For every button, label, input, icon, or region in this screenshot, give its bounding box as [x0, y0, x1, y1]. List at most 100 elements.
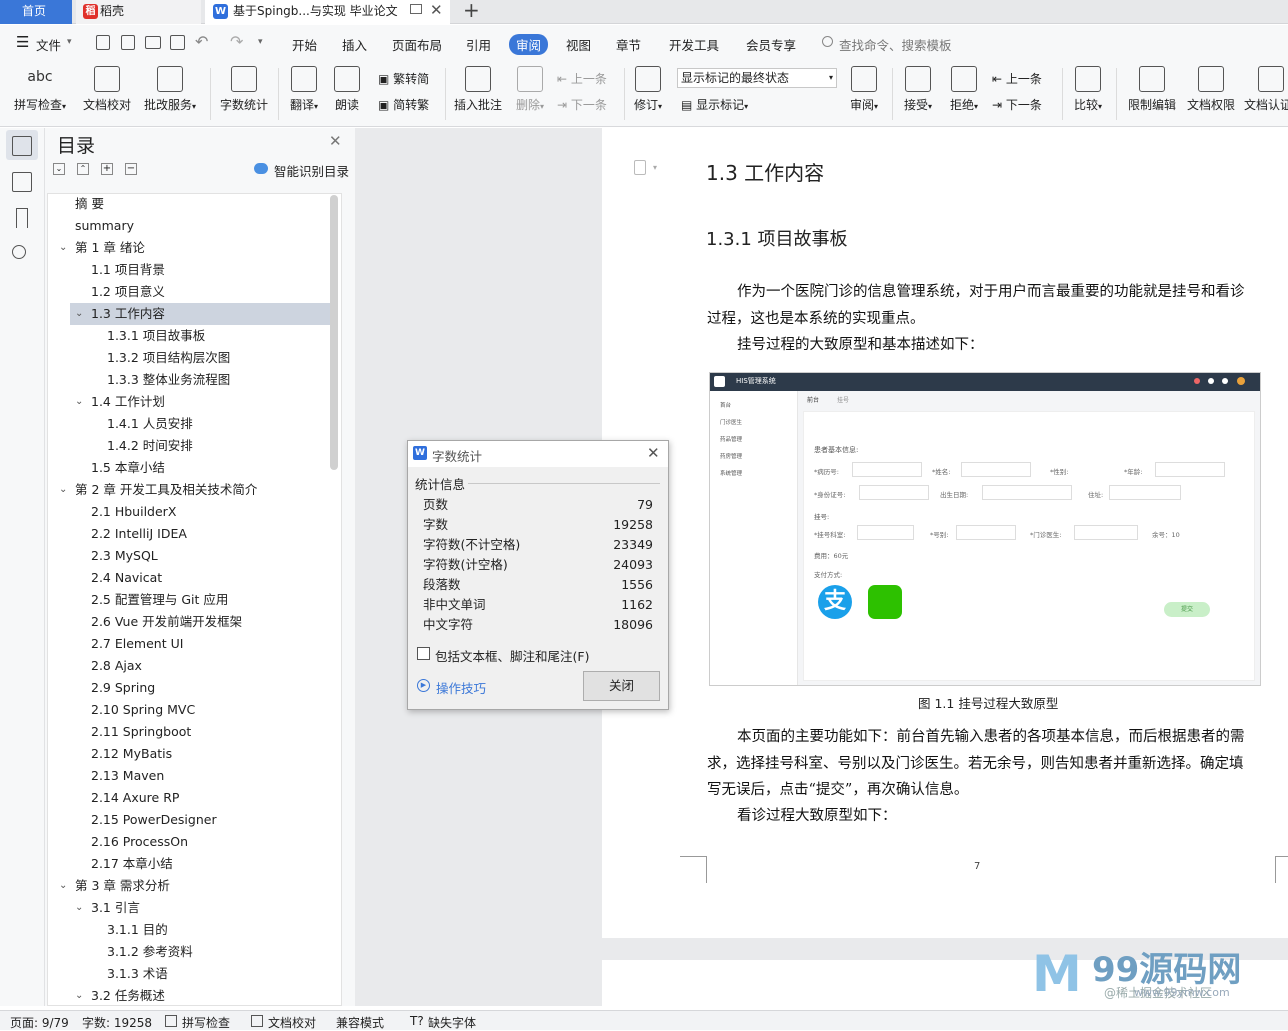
proofread-button[interactable]: 文档校对 — [80, 66, 134, 113]
delete-comment-button[interactable]: 删除▾ — [512, 66, 548, 113]
new-tab-icon[interactable]: + — [463, 0, 480, 22]
toc-expand-chevron-icon[interactable]: ⌄ — [59, 479, 67, 501]
markup-state-select[interactable]: 显示标记的最终状态 ▾ — [677, 68, 837, 88]
menu-insert[interactable]: 插入 — [342, 35, 367, 54]
toc-item[interactable]: 2.13 Maven — [91, 765, 164, 787]
toc-item[interactable]: 1.4.1 人员安排 — [107, 413, 193, 435]
simp-to-trad-button[interactable]: ▣ 简转繁 — [378, 96, 429, 113]
toc-item[interactable]: 2.15 PowerDesigner — [91, 809, 217, 831]
menu-review[interactable]: 审阅 — [509, 34, 549, 55]
read-aloud-button[interactable]: 朗读 — [332, 66, 362, 113]
trad-to-simp-button[interactable]: ▣ 繁转简 — [378, 70, 429, 87]
close-tab-icon[interactable]: ✕ — [430, 1, 443, 19]
toc-item[interactable]: 2.5 配置管理与 Git 应用 — [91, 589, 228, 611]
toc-item[interactable]: 1.2 项目意义 — [91, 281, 165, 303]
document-auth-button[interactable]: 文档认证 — [1244, 66, 1288, 113]
toc-item[interactable]: 3.1 引言 — [91, 897, 140, 919]
toc-item[interactable]: 2.7 Element UI — [91, 633, 183, 655]
toc-item[interactable]: 2.3 MySQL — [91, 545, 158, 567]
toc-item[interactable]: 1.3.1 项目故事板 — [107, 325, 205, 347]
toc-scrollbar[interactable] — [330, 195, 338, 470]
reject-button[interactable]: 拒绝▾ — [946, 66, 982, 113]
show-markup-button[interactable]: ▤ 显示标记▾ — [681, 96, 748, 113]
status-missing-font[interactable]: 缺失字体 — [428, 1014, 476, 1031]
status-page[interactable]: 页面: 9/79 — [10, 1014, 69, 1031]
toc-item[interactable]: 第 3 章 需求分析 — [75, 875, 170, 897]
find-icon[interactable] — [12, 245, 26, 259]
toc-item[interactable]: 3.1.3 术语 — [107, 963, 168, 985]
accept-button[interactable]: 接受▾ — [900, 66, 936, 113]
compare-button[interactable]: 比较▾ — [1070, 66, 1106, 113]
toc-item[interactable]: 1.5 本章小结 — [91, 457, 165, 479]
toc-expand-chevron-icon[interactable]: ⌄ — [75, 391, 83, 413]
remove-level-icon[interactable]: − — [125, 163, 137, 175]
toc-item[interactable]: 2.4 Navicat — [91, 567, 162, 589]
tab-daoke[interactable]: 稻 稻壳 — [76, 0, 201, 24]
menu-devtools[interactable]: 开发工具 — [669, 35, 719, 54]
toc-item[interactable]: 1.3.2 项目结构层次图 — [107, 347, 230, 369]
hamburger-icon[interactable]: ☰ — [16, 35, 29, 50]
toc-item[interactable]: 3.2 任务概述 — [91, 985, 165, 1007]
export-pdf-icon[interactable] — [121, 35, 135, 50]
toc-item[interactable]: 摘 要 — [75, 193, 104, 215]
page-outline-icon[interactable] — [634, 160, 646, 175]
toc-item[interactable]: 1.4 工作计划 — [91, 391, 165, 413]
tips-link[interactable]: 操作技巧 — [436, 678, 486, 697]
toc-item[interactable]: 2.10 Spring MVC — [91, 699, 195, 721]
menu-member[interactable]: 会员专享 — [746, 35, 796, 54]
toc-item[interactable]: 2.14 Axure RP — [91, 787, 179, 809]
toc-expand-chevron-icon[interactable]: ⌄ — [75, 303, 83, 325]
save-icon[interactable] — [96, 35, 110, 50]
bookmark-icon[interactable] — [16, 208, 28, 228]
word-count-button[interactable]: 字数统计 — [218, 66, 270, 113]
translate-button[interactable]: 翻译▾ — [286, 66, 322, 113]
menu-reference[interactable]: 引用 — [466, 35, 491, 54]
smart-toc-button[interactable]: 智能识别目录 — [274, 161, 349, 180]
document-permission-button[interactable]: 文档权限 — [1185, 66, 1237, 113]
toc-item[interactable]: 1.3.3 整体业务流程图 — [107, 369, 230, 391]
close-icon[interactable]: ✕ — [647, 444, 660, 462]
monitor-icon[interactable] — [410, 4, 422, 14]
toc-item[interactable]: 1.4.2 时间安排 — [107, 435, 193, 457]
menu-start[interactable]: 开始 — [292, 35, 317, 54]
prev-change-button[interactable]: ⇤ 上一条 — [992, 70, 1042, 87]
chevron-down-icon[interactable]: ▾ — [67, 37, 72, 47]
toc-expand-chevron-icon[interactable]: ⌄ — [59, 875, 67, 897]
undo-icon[interactable]: ↶ — [195, 32, 208, 51]
toc-item[interactable]: 1.3 工作内容 — [91, 303, 165, 325]
include-textbox-checkbox[interactable] — [417, 647, 430, 660]
close-icon[interactable]: ✕ — [329, 132, 342, 150]
toc-expand-chevron-icon[interactable]: ⌄ — [75, 897, 83, 919]
toc-item[interactable]: 2.12 MyBatis — [91, 743, 172, 765]
toc-item[interactable]: 2.17 本章小结 — [91, 853, 173, 875]
toc-item[interactable]: 1.1 项目背景 — [91, 259, 165, 281]
prev-comment-button[interactable]: ⇤ 上一条 — [557, 70, 607, 87]
print-preview-icon[interactable] — [170, 35, 185, 50]
menu-chapter[interactable]: 章节 — [616, 35, 641, 54]
next-comment-button[interactable]: ⇥ 下一条 — [557, 96, 607, 113]
toc-item[interactable]: 2.9 Spring — [91, 677, 155, 699]
menu-file[interactable]: 文件 — [36, 35, 61, 54]
toc-item[interactable]: 2.11 Springboot — [91, 721, 191, 743]
toc-icon[interactable] — [12, 136, 32, 156]
status-word-count[interactable]: 字数: 19258 — [82, 1014, 152, 1031]
track-changes-button[interactable]: 修订▾ — [630, 66, 666, 113]
toc-item[interactable]: 3.1.1 目的 — [107, 919, 168, 941]
print-icon[interactable] — [145, 36, 161, 49]
status-proofread[interactable]: 文档校对 — [268, 1014, 316, 1031]
toc-item[interactable]: 3.1.2 参考资料 — [107, 941, 193, 963]
expand-all-icon[interactable]: ⌃ — [77, 163, 89, 175]
command-search[interactable]: 查找命令、搜索模板 — [839, 35, 952, 54]
chevron-down-icon[interactable]: ▾ — [653, 163, 657, 172]
review-pane-button[interactable]: 审阅▾ — [846, 66, 882, 113]
toc-item[interactable]: 2.6 Vue 开发前端开发框架 — [91, 611, 242, 633]
tab-home[interactable]: 首页 — [0, 0, 72, 24]
toc-expand-chevron-icon[interactable]: ⌄ — [59, 237, 67, 259]
menu-view[interactable]: 视图 — [566, 35, 591, 54]
toc-item[interactable]: 2.8 Ajax — [91, 655, 142, 677]
toc-item[interactable]: 2.16 ProcessOn — [91, 831, 188, 853]
toc-item[interactable]: 第 1 章 绪论 — [75, 237, 145, 259]
correction-service-button[interactable]: 批改服务▾ — [140, 66, 200, 113]
redo-icon[interactable]: ↷ — [230, 32, 243, 51]
add-level-icon[interactable]: + — [101, 163, 113, 175]
